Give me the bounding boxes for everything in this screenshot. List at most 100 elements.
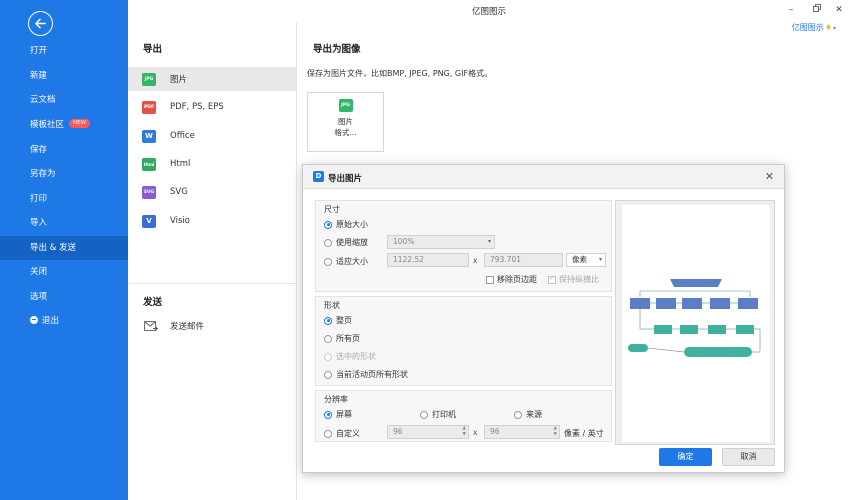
chevron-down-icon: ▾	[832, 25, 836, 32]
dialog-title: 导出图片	[328, 174, 363, 184]
height-input[interactable]: 793.701	[484, 253, 563, 267]
y-dpi-input[interactable]: 96 ▲ ▼	[484, 425, 560, 439]
sidebar-item-close[interactable]: 关闭	[0, 260, 128, 284]
width-value: 1122.52	[393, 255, 425, 264]
use-zoom-radio[interactable]	[324, 238, 332, 247]
format-label: PDF, PS, EPS	[170, 102, 224, 112]
source-radio[interactable]	[514, 410, 522, 419]
sidebar-item-label: 模板社区	[30, 120, 65, 130]
close-window-button[interactable]: ✕	[832, 3, 846, 17]
spinner-icon[interactable]: ▲ ▼	[554, 426, 557, 438]
export-header: 导出	[143, 44, 163, 55]
original-size-label: 原始大小	[336, 220, 368, 229]
mail-send-icon	[144, 321, 158, 331]
dpi-unit-text: 像素 / 英寸	[564, 429, 604, 438]
source-option[interactable]: 来源	[514, 409, 542, 420]
brand-menu[interactable]: 亿图图示♦▾	[792, 22, 836, 33]
fit-size-option[interactable]: 适应大小	[324, 256, 368, 267]
format-label: SVG	[170, 187, 188, 197]
send-email-label: 发送邮件	[170, 322, 205, 332]
remove-margin-checkbox[interactable]	[486, 275, 494, 284]
back-button[interactable]	[28, 11, 53, 36]
sidebar-item-label: 打开	[30, 46, 48, 56]
whole-page-option[interactable]: 整页	[324, 315, 352, 326]
fit-size-label: 适应大小	[336, 257, 368, 266]
remove-margin-option[interactable]: 移除页边距	[486, 274, 537, 285]
title-bar: 亿图图示 – ✕	[128, 0, 850, 20]
keep-ratio-option[interactable]: 保持纵横比	[548, 274, 599, 285]
jpg-file-icon: JPG	[338, 99, 353, 112]
use-zoom-option[interactable]: 使用缩放	[324, 237, 368, 248]
dialog-close-button[interactable]: ✕	[765, 170, 774, 183]
keep-ratio-checkbox[interactable]	[548, 274, 556, 284]
sidebar-item-label: 退出	[42, 316, 60, 326]
sidebar-item-export-send[interactable]: 导出 & 发送	[0, 236, 128, 260]
format-office[interactable]: W Office	[128, 124, 296, 148]
sidebar-item-templates[interactable]: 模板社区 NEW	[0, 113, 128, 137]
original-size-option[interactable]: 原始大小	[324, 219, 368, 230]
chevron-down-icon: ▾	[598, 256, 602, 263]
arrow-left-icon	[35, 18, 46, 29]
format-pdf[interactable]: PDF PDF, PS, EPS	[128, 95, 296, 119]
sidebar-item-exit[interactable]: 退出	[0, 309, 128, 333]
content-header: 导出为图像	[313, 44, 361, 55]
word-file-icon: W	[142, 129, 156, 143]
flowchart-thumbnail	[628, 279, 761, 357]
minimize-button[interactable]: –	[784, 3, 798, 17]
spinner-icon[interactable]: ▲ ▼	[463, 426, 466, 438]
sidebar-item-new[interactable]: 新建	[0, 64, 128, 88]
custom-radio[interactable]	[324, 429, 332, 438]
preview-page	[622, 205, 770, 442]
format-html[interactable]: Html Html	[128, 152, 296, 176]
sidebar-item-save[interactable]: 保存	[0, 138, 128, 162]
send-email-item[interactable]: 发送邮件	[128, 314, 296, 338]
unit-select[interactable]: 像素 ▾	[566, 253, 606, 267]
current-page-shapes-label: 当前活动页所有形状	[336, 370, 408, 379]
sidebar-item-open[interactable]: 打开	[0, 39, 128, 63]
zoom-select[interactable]: 100% ▾	[387, 235, 495, 249]
format-label: Office	[170, 131, 195, 141]
format-svg[interactable]: SVG SVG	[128, 180, 296, 204]
custom-option[interactable]: 自定义	[324, 428, 360, 439]
image-format-card[interactable]: JPG 图片 格式...	[307, 92, 384, 152]
remove-margin-label: 移除页边距	[497, 275, 537, 284]
current-page-shapes-option[interactable]: 当前活动页所有形状	[324, 369, 408, 380]
screen-radio[interactable]	[324, 410, 332, 419]
selected-shapes-option[interactable]: 选中的形状	[324, 351, 376, 362]
restore-button[interactable]	[810, 3, 824, 17]
shape-group: 形状 整页 所有页 选中的形状 当前活动页所有形状	[315, 296, 612, 386]
format-visio[interactable]: V Visio	[128, 209, 296, 233]
sidebar-item-import[interactable]: 导入	[0, 211, 128, 235]
html-file-icon: Html	[142, 157, 156, 171]
printer-option[interactable]: 打印机	[420, 409, 456, 420]
fit-size-radio[interactable]	[324, 257, 332, 266]
whole-page-radio[interactable]	[324, 316, 332, 325]
format-image[interactable]: JPG 图片	[128, 67, 296, 91]
jpg-file-icon: JPG	[142, 72, 156, 86]
keep-ratio-label: 保持纵横比	[559, 275, 599, 284]
ok-button[interactable]: 确定	[659, 448, 712, 466]
printer-radio[interactable]	[420, 410, 428, 419]
current-page-shapes-radio[interactable]	[324, 370, 332, 379]
all-pages-radio[interactable]	[324, 334, 332, 343]
export-image-dialog: D 导出图片 ✕ 尺寸 原始大小 使用缩放 100% ▾ 适应大小 1122.5…	[302, 164, 785, 473]
sidebar-item-label: 另存为	[30, 169, 56, 179]
cancel-button[interactable]: 取消	[722, 448, 775, 466]
screen-label: 屏幕	[336, 410, 352, 419]
sidebar-item-save-as[interactable]: 另存为	[0, 162, 128, 186]
column-divider	[296, 22, 297, 500]
sidebar-item-options[interactable]: 选项	[0, 285, 128, 309]
export-description: 保存为图片文件，比如BMP, JPEG, PNG, GIF格式。	[307, 69, 493, 78]
selected-shapes-radio[interactable]	[324, 352, 332, 361]
sidebar-item-print[interactable]: 打印	[0, 187, 128, 211]
original-size-radio[interactable]	[324, 220, 332, 229]
width-input[interactable]: 1122.52	[387, 253, 469, 267]
sidebar-item-cloud[interactable]: 云文档	[0, 88, 128, 112]
sidebar: 打开 新建 云文档 模板社区 NEW 保存 另存为 打印 导入 导出 & 发送 关…	[0, 0, 128, 500]
screen-option[interactable]: 屏幕	[324, 409, 352, 420]
sidebar-item-label: 云文档	[30, 95, 56, 105]
card-label-line2: 格式...	[334, 128, 357, 137]
times-sign: x	[473, 428, 478, 437]
x-dpi-input[interactable]: 96 ▲ ▼	[387, 425, 469, 439]
all-pages-option[interactable]: 所有页	[324, 333, 360, 344]
